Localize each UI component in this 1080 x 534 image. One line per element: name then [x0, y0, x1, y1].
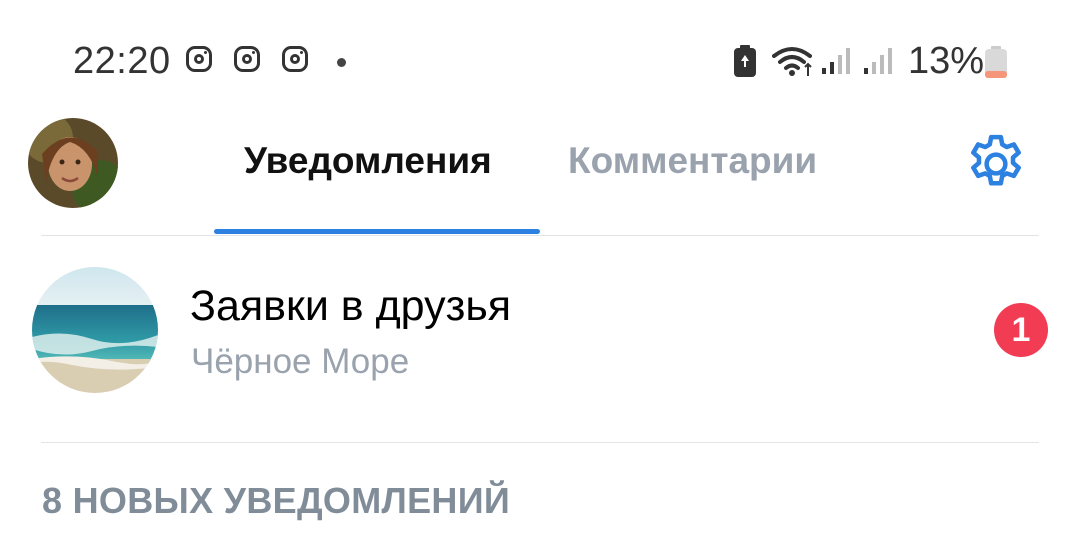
- wifi-icon: [772, 47, 812, 76]
- tab-notifications[interactable]: Уведомления: [244, 140, 492, 182]
- signal-icon: [864, 48, 892, 74]
- instagram-icon: [234, 46, 260, 72]
- friend-request-avatar: [32, 267, 158, 393]
- battery-icon: [985, 46, 1007, 78]
- signal-icon: [822, 48, 850, 74]
- instagram-icon: [186, 46, 212, 72]
- more-notifications-dot-icon: [337, 58, 346, 67]
- new-notifications-header: 8 НОВЫХ УВЕДОМЛЕНИЙ: [42, 480, 511, 521]
- battery-percent: 13%: [908, 40, 985, 82]
- friend-requests-title: Заявки в друзья: [190, 282, 512, 330]
- divider: [41, 442, 1039, 443]
- friend-requests-subtitle: Чёрное Море: [191, 342, 410, 381]
- friend-requests-badge: 1: [994, 303, 1048, 357]
- battery-saver-icon: [734, 45, 756, 77]
- gear-icon[interactable]: [962, 130, 1030, 198]
- instagram-icon: [282, 46, 308, 72]
- profile-avatar[interactable]: [28, 118, 118, 208]
- tab-comments[interactable]: Комментарии: [568, 140, 817, 182]
- active-tab-indicator: [214, 229, 540, 234]
- status-bar: 22:20 13%: [0, 0, 1080, 120]
- divider: [41, 235, 1039, 236]
- status-time: 22:20: [73, 40, 171, 82]
